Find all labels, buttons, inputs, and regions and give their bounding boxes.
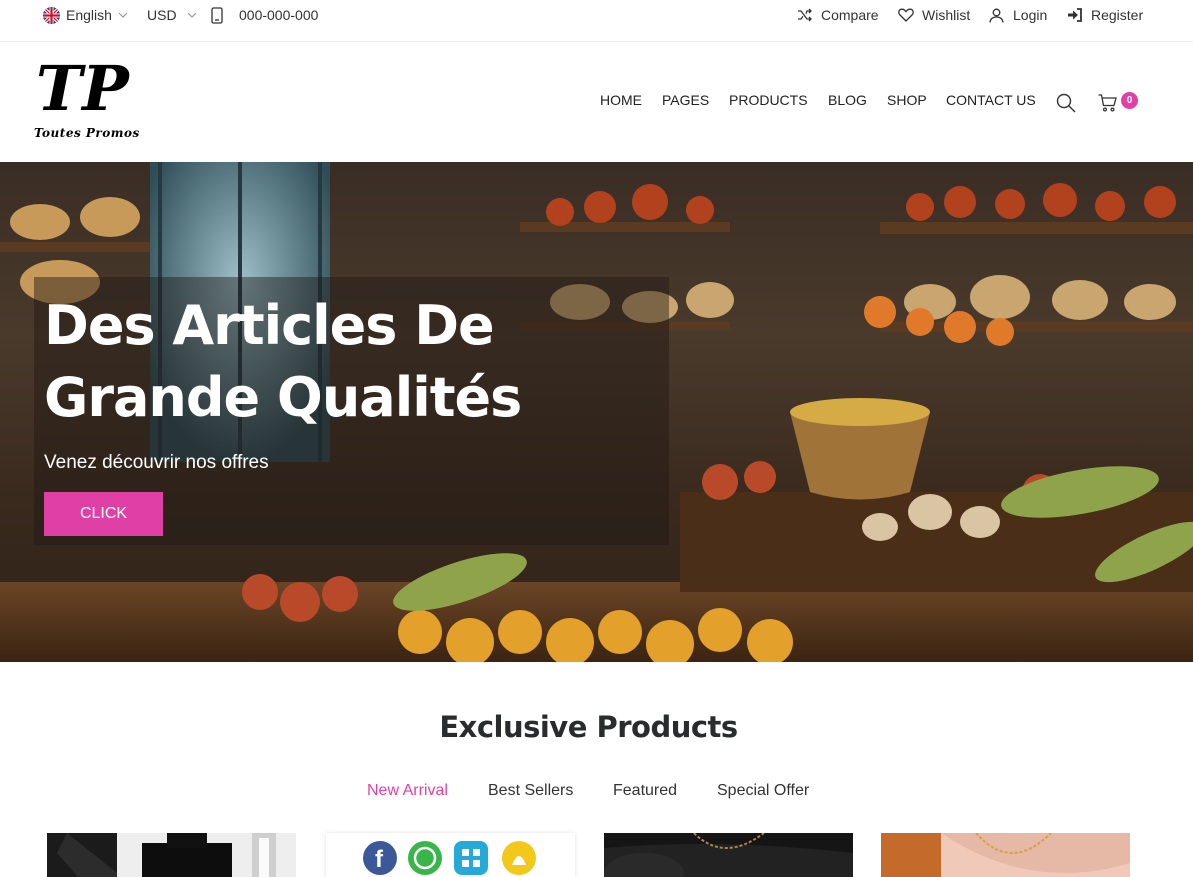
product-image: f [326, 833, 575, 877]
shuffle-icon [797, 8, 813, 22]
wishlist-label: Wishlist [922, 7, 971, 23]
tab-special-offer[interactable]: Special Offer [717, 782, 809, 800]
snapchat-icon [502, 841, 536, 875]
facebook-icon: f [363, 841, 397, 875]
nav-pages[interactable]: PAGES [662, 92, 709, 112]
currency-selector[interactable]: USD [147, 0, 197, 30]
nav-home[interactable]: HOME [600, 92, 642, 112]
register-link[interactable]: Register [1067, 0, 1143, 30]
tp-logo-mark: TP [36, 52, 131, 125]
hero-banner: Des Articles De Grande Qualités Venez dé… [0, 162, 1193, 662]
mobile-phone-icon [211, 6, 223, 24]
chevron-down-icon [118, 12, 128, 18]
app-grid-icon [454, 841, 488, 875]
compare-label: Compare [821, 7, 879, 23]
nav-blog[interactable]: BLOG [828, 92, 867, 112]
cart-icon[interactable] [1098, 94, 1117, 117]
product-image [604, 833, 853, 877]
whatsapp-icon [408, 841, 442, 875]
product-card[interactable]: f [326, 833, 575, 877]
heart-icon [898, 8, 914, 22]
search-icon[interactable] [1056, 93, 1076, 118]
language-selector[interactable]: English [43, 0, 128, 30]
chevron-down-icon [187, 12, 197, 18]
register-label: Register [1091, 7, 1144, 23]
hero-subtitle: Venez découvrir nos offres [44, 452, 269, 473]
site-logo[interactable]: TP Toutes Promos [34, 52, 144, 146]
sign-in-icon [1067, 8, 1083, 22]
hero-click-button[interactable]: CLICK [44, 492, 163, 536]
phone-number: 000-000-000 [239, 7, 319, 23]
product-card[interactable] [47, 833, 296, 877]
compare-link[interactable]: Compare [797, 0, 879, 30]
logo-text: Toutes Promos [34, 126, 140, 140]
language-label: English [66, 7, 112, 23]
product-image [881, 833, 1130, 877]
nav-contact-us[interactable]: CONTACT US [946, 92, 1036, 112]
login-label: Login [1013, 7, 1048, 23]
user-icon [989, 8, 1004, 23]
phone-contact: 000-000-000 [211, 0, 318, 30]
hero-title: Des Articles De Grande Qualités [44, 290, 604, 434]
login-link[interactable]: Login [989, 0, 1047, 30]
cart-count-badge: 0 [1121, 92, 1138, 109]
svg-text:f: f [375, 846, 384, 873]
hero-title-line-1: Des Articles De [44, 294, 495, 357]
uk-flag-icon [43, 6, 60, 24]
tab-best-sellers[interactable]: Best Sellers [488, 782, 573, 800]
product-card[interactable] [604, 833, 853, 877]
hero-title-line-2: Grande Qualités [44, 366, 522, 429]
tab-new-arrival[interactable]: New Arrival [367, 782, 448, 800]
product-card[interactable] [881, 833, 1130, 877]
main-header: TP Toutes Promos HOME PAGES PRODUCTS BLO… [0, 42, 1193, 162]
section-title: Exclusive Products [439, 710, 738, 744]
product-image [47, 833, 296, 877]
tab-featured[interactable]: Featured [613, 782, 677, 800]
currency-label: USD [147, 7, 177, 23]
wishlist-link[interactable]: Wishlist [898, 0, 970, 30]
top-bar: English USD 000-000-000 Compare Wishlist… [0, 0, 1193, 42]
nav-shop[interactable]: SHOP [887, 92, 927, 112]
logo-mark-text: TP [36, 54, 131, 124]
nav-products[interactable]: PRODUCTS [729, 92, 808, 112]
